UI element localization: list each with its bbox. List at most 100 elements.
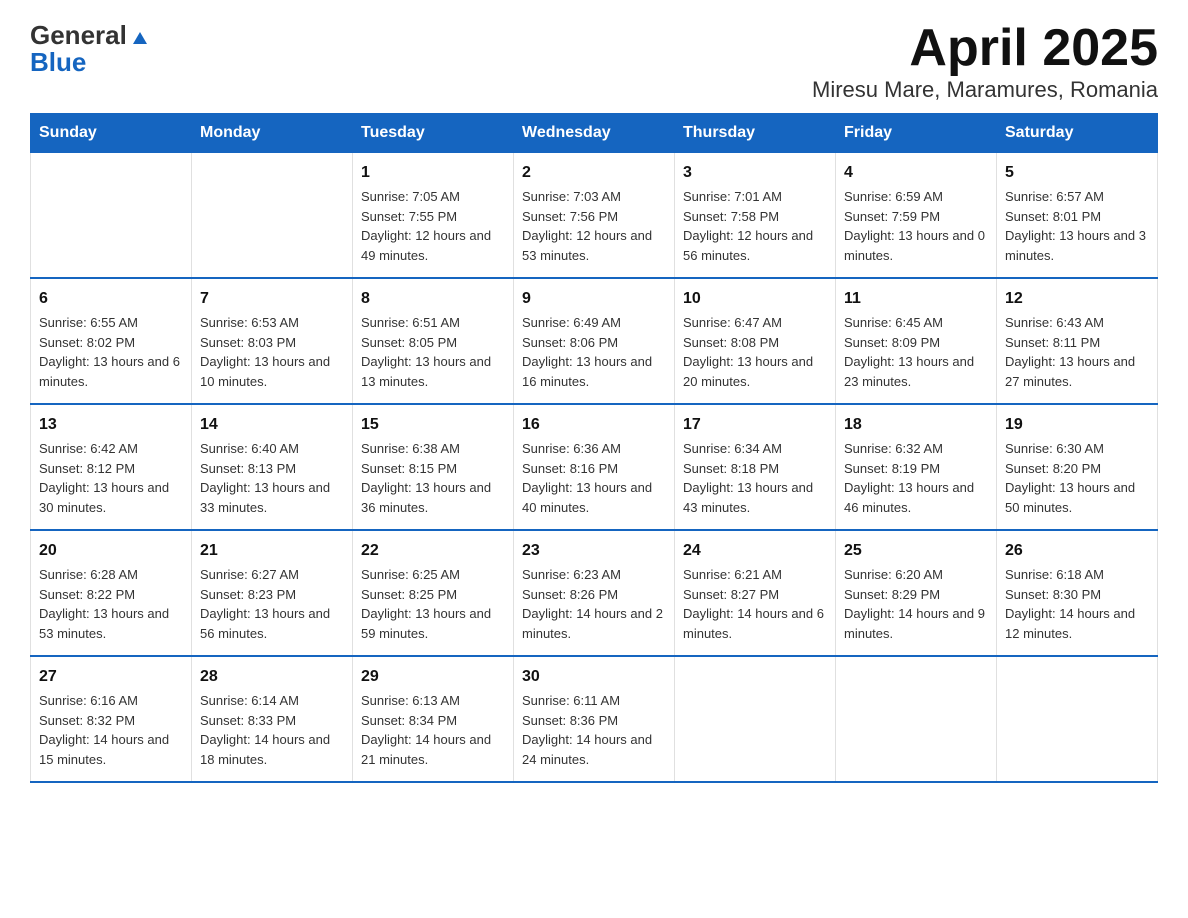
- calendar-cell: 11Sunrise: 6:45 AMSunset: 8:09 PMDayligh…: [836, 278, 997, 404]
- day-info: Sunrise: 7:05 AMSunset: 7:55 PMDaylight:…: [361, 187, 505, 265]
- day-number: 21: [200, 539, 344, 563]
- week-row-0: 1Sunrise: 7:05 AMSunset: 7:55 PMDaylight…: [31, 153, 1158, 279]
- day-info: Sunrise: 6:34 AMSunset: 8:18 PMDaylight:…: [683, 439, 827, 517]
- day-info: Sunrise: 6:32 AMSunset: 8:19 PMDaylight:…: [844, 439, 988, 517]
- day-info: Sunrise: 6:49 AMSunset: 8:06 PMDaylight:…: [522, 313, 666, 391]
- day-number: 10: [683, 287, 827, 311]
- calendar-cell: 27Sunrise: 6:16 AMSunset: 8:32 PMDayligh…: [31, 656, 192, 782]
- day-number: 8: [361, 287, 505, 311]
- day-info: Sunrise: 6:36 AMSunset: 8:16 PMDaylight:…: [522, 439, 666, 517]
- calendar-cell: 6Sunrise: 6:55 AMSunset: 8:02 PMDaylight…: [31, 278, 192, 404]
- day-number: 19: [1005, 413, 1149, 437]
- day-info: Sunrise: 6:40 AMSunset: 8:13 PMDaylight:…: [200, 439, 344, 517]
- day-info: Sunrise: 6:59 AMSunset: 7:59 PMDaylight:…: [844, 187, 988, 265]
- day-info: Sunrise: 7:01 AMSunset: 7:58 PMDaylight:…: [683, 187, 827, 265]
- title-block: April 2025 Miresu Mare, Maramures, Roman…: [812, 20, 1158, 103]
- day-number: 5: [1005, 161, 1149, 185]
- day-number: 6: [39, 287, 183, 311]
- day-info: Sunrise: 6:38 AMSunset: 8:15 PMDaylight:…: [361, 439, 505, 517]
- day-info: Sunrise: 6:23 AMSunset: 8:26 PMDaylight:…: [522, 565, 666, 643]
- calendar-cell: [675, 656, 836, 782]
- day-number: 27: [39, 665, 183, 689]
- calendar-cell: 7Sunrise: 6:53 AMSunset: 8:03 PMDaylight…: [192, 278, 353, 404]
- logo-triangle-icon: [129, 26, 151, 48]
- logo: General Blue: [30, 20, 151, 78]
- day-number: 22: [361, 539, 505, 563]
- calendar-cell: [997, 656, 1158, 782]
- day-number: 25: [844, 539, 988, 563]
- calendar-header: SundayMondayTuesdayWednesdayThursdayFrid…: [31, 114, 1158, 153]
- day-number: 3: [683, 161, 827, 185]
- weekday-header-thursday: Thursday: [675, 114, 836, 153]
- day-number: 1: [361, 161, 505, 185]
- calendar-table: SundayMondayTuesdayWednesdayThursdayFrid…: [30, 113, 1158, 783]
- calendar-cell: 26Sunrise: 6:18 AMSunset: 8:30 PMDayligh…: [997, 530, 1158, 656]
- day-info: Sunrise: 6:57 AMSunset: 8:01 PMDaylight:…: [1005, 187, 1149, 265]
- day-info: Sunrise: 6:30 AMSunset: 8:20 PMDaylight:…: [1005, 439, 1149, 517]
- calendar-cell: 13Sunrise: 6:42 AMSunset: 8:12 PMDayligh…: [31, 404, 192, 530]
- day-number: 29: [361, 665, 505, 689]
- page-title: April 2025: [812, 20, 1158, 77]
- day-number: 2: [522, 161, 666, 185]
- calendar-cell: 3Sunrise: 7:01 AMSunset: 7:58 PMDaylight…: [675, 153, 836, 279]
- calendar-cell: 23Sunrise: 6:23 AMSunset: 8:26 PMDayligh…: [514, 530, 675, 656]
- day-info: Sunrise: 6:27 AMSunset: 8:23 PMDaylight:…: [200, 565, 344, 643]
- calendar-cell: 19Sunrise: 6:30 AMSunset: 8:20 PMDayligh…: [997, 404, 1158, 530]
- week-row-4: 27Sunrise: 6:16 AMSunset: 8:32 PMDayligh…: [31, 656, 1158, 782]
- day-number: 13: [39, 413, 183, 437]
- day-number: 24: [683, 539, 827, 563]
- day-number: 12: [1005, 287, 1149, 311]
- calendar-cell: [836, 656, 997, 782]
- day-info: Sunrise: 6:25 AMSunset: 8:25 PMDaylight:…: [361, 565, 505, 643]
- day-number: 30: [522, 665, 666, 689]
- day-number: 15: [361, 413, 505, 437]
- calendar-cell: 18Sunrise: 6:32 AMSunset: 8:19 PMDayligh…: [836, 404, 997, 530]
- day-number: 26: [1005, 539, 1149, 563]
- day-number: 17: [683, 413, 827, 437]
- calendar-cell: [31, 153, 192, 279]
- weekday-header-wednesday: Wednesday: [514, 114, 675, 153]
- weekday-header-monday: Monday: [192, 114, 353, 153]
- logo-blue-text: Blue: [30, 47, 86, 78]
- day-info: Sunrise: 6:43 AMSunset: 8:11 PMDaylight:…: [1005, 313, 1149, 391]
- day-info: Sunrise: 6:55 AMSunset: 8:02 PMDaylight:…: [39, 313, 183, 391]
- day-info: Sunrise: 6:16 AMSunset: 8:32 PMDaylight:…: [39, 691, 183, 769]
- calendar-cell: 25Sunrise: 6:20 AMSunset: 8:29 PMDayligh…: [836, 530, 997, 656]
- calendar-cell: 9Sunrise: 6:49 AMSunset: 8:06 PMDaylight…: [514, 278, 675, 404]
- calendar-cell: 5Sunrise: 6:57 AMSunset: 8:01 PMDaylight…: [997, 153, 1158, 279]
- day-number: 4: [844, 161, 988, 185]
- day-info: Sunrise: 6:47 AMSunset: 8:08 PMDaylight:…: [683, 313, 827, 391]
- day-number: 7: [200, 287, 344, 311]
- calendar-cell: 12Sunrise: 6:43 AMSunset: 8:11 PMDayligh…: [997, 278, 1158, 404]
- day-info: Sunrise: 6:45 AMSunset: 8:09 PMDaylight:…: [844, 313, 988, 391]
- day-info: Sunrise: 6:51 AMSunset: 8:05 PMDaylight:…: [361, 313, 505, 391]
- day-number: 11: [844, 287, 988, 311]
- calendar-cell: 30Sunrise: 6:11 AMSunset: 8:36 PMDayligh…: [514, 656, 675, 782]
- week-row-1: 6Sunrise: 6:55 AMSunset: 8:02 PMDaylight…: [31, 278, 1158, 404]
- day-number: 14: [200, 413, 344, 437]
- calendar-cell: 8Sunrise: 6:51 AMSunset: 8:05 PMDaylight…: [353, 278, 514, 404]
- day-number: 18: [844, 413, 988, 437]
- calendar-cell: [192, 153, 353, 279]
- day-info: Sunrise: 6:13 AMSunset: 8:34 PMDaylight:…: [361, 691, 505, 769]
- calendar-body: 1Sunrise: 7:05 AMSunset: 7:55 PMDaylight…: [31, 153, 1158, 783]
- calendar-cell: 16Sunrise: 6:36 AMSunset: 8:16 PMDayligh…: [514, 404, 675, 530]
- weekday-header-row: SundayMondayTuesdayWednesdayThursdayFrid…: [31, 114, 1158, 153]
- calendar-cell: 2Sunrise: 7:03 AMSunset: 7:56 PMDaylight…: [514, 153, 675, 279]
- calendar-cell: 20Sunrise: 6:28 AMSunset: 8:22 PMDayligh…: [31, 530, 192, 656]
- calendar-cell: 22Sunrise: 6:25 AMSunset: 8:25 PMDayligh…: [353, 530, 514, 656]
- day-number: 23: [522, 539, 666, 563]
- page-header: General Blue April 2025 Miresu Mare, Mar…: [30, 20, 1158, 103]
- week-row-3: 20Sunrise: 6:28 AMSunset: 8:22 PMDayligh…: [31, 530, 1158, 656]
- page-subtitle: Miresu Mare, Maramures, Romania: [812, 77, 1158, 103]
- day-info: Sunrise: 6:20 AMSunset: 8:29 PMDaylight:…: [844, 565, 988, 643]
- calendar-cell: 28Sunrise: 6:14 AMSunset: 8:33 PMDayligh…: [192, 656, 353, 782]
- day-number: 16: [522, 413, 666, 437]
- day-info: Sunrise: 6:28 AMSunset: 8:22 PMDaylight:…: [39, 565, 183, 643]
- weekday-header-tuesday: Tuesday: [353, 114, 514, 153]
- day-info: Sunrise: 6:14 AMSunset: 8:33 PMDaylight:…: [200, 691, 344, 769]
- day-info: Sunrise: 6:53 AMSunset: 8:03 PMDaylight:…: [200, 313, 344, 391]
- calendar-cell: 14Sunrise: 6:40 AMSunset: 8:13 PMDayligh…: [192, 404, 353, 530]
- day-info: Sunrise: 6:42 AMSunset: 8:12 PMDaylight:…: [39, 439, 183, 517]
- day-info: Sunrise: 6:11 AMSunset: 8:36 PMDaylight:…: [522, 691, 666, 769]
